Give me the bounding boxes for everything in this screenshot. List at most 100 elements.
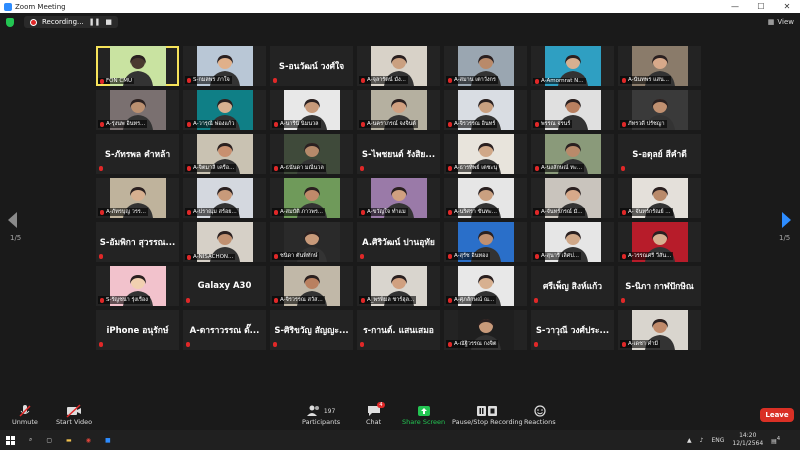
participant-tile[interactable]: A-นคราภรณ์ จงจินต์ (357, 90, 440, 130)
participant-tile[interactable]: ร-กานต์. แสนเสมอ (357, 310, 440, 350)
maximize-button[interactable]: ☐ (748, 2, 774, 11)
participant-tile[interactable]: S-วาวุณี วงศ์ประ... (531, 310, 614, 350)
mic-muted-icon (535, 78, 539, 84)
participant-tile[interactable]: พรรณ จรนร์ (531, 90, 614, 130)
mic-muted-icon (622, 77, 626, 83)
leave-button[interactable]: Leave (760, 408, 794, 422)
windows-start-icon[interactable] (6, 435, 15, 445)
mic-muted-icon (360, 254, 364, 259)
participant-name: A-จิตมาลี เครือ... (193, 165, 235, 171)
participant-tile[interactable]: A-นารีนี นิ่มนวล (270, 90, 353, 130)
start-video-button[interactable]: Start Video (56, 404, 92, 426)
participant-tile[interactable]: A-จุลารัตน์ มั่ง... (357, 46, 440, 86)
participants-button[interactable]: 197 Participants (302, 404, 340, 426)
participant-tile[interactable]: A-สมบัติ ภาวพร... (270, 178, 353, 218)
participant-name: S-ศิริขวัญ สัญญะ... (274, 326, 349, 336)
participant-name: ร-กานต์. แสนเสมอ (363, 326, 434, 336)
zoom-taskbar-icon[interactable]: ■ (105, 437, 111, 444)
participant-tile[interactable]: S-ไพชยนต์ รังสิย... (357, 134, 440, 174)
participant-tile[interactable]: A_พรพิมล ชาร์ฮุล... (357, 266, 440, 306)
participant-tile[interactable]: S-อัมพิกา สุวรรณ... (96, 222, 179, 262)
search-icon[interactable]: ⌕ (29, 436, 32, 444)
participant-tile[interactable]: A-ธนันดา มณีนวล (270, 134, 353, 174)
participant-tile[interactable]: A-ธารทิพย์ เตชะนุ (444, 134, 527, 174)
participant-tile[interactable]: S-ภัทรพล คำหล้า (96, 134, 179, 174)
participant-tile[interactable]: A-ศุภลักษณ์ ณ... (444, 266, 527, 306)
security-shield-icon[interactable] (6, 17, 14, 27)
participant-tile[interactable]: ภัทรวดี ปรัชญา (618, 90, 701, 130)
previous-page-icon[interactable] (8, 212, 17, 228)
participant-tile[interactable]: A.ศิริวัฒน์ ปานอุทัย (357, 222, 440, 262)
next-page-icon[interactable] (782, 212, 791, 228)
participant-tile[interactable]: ชนิดา ตันพิทักษ์ (270, 222, 353, 262)
chat-badge: 4 (377, 402, 385, 408)
participant-tile[interactable]: A- จันทร์กรัณย์ ... (618, 178, 701, 218)
participant-tile[interactable]: FON CMU (96, 46, 179, 86)
participant-name: A-นริศรา ขันทะ... (454, 209, 497, 215)
participant-tile[interactable]: S-นิภา กาฬปักษิณ (618, 266, 701, 306)
task-view-icon[interactable]: ▢ (46, 437, 52, 444)
reactions-button[interactable]: Reactions (524, 404, 556, 426)
participant-tile[interactable]: A-Amornrat N... (531, 46, 614, 86)
volume-icon[interactable]: ♪ (700, 437, 704, 444)
participant-tile[interactable]: S-ศิริขวัญ สัญญะ... (270, 310, 353, 350)
participant-tile[interactable]: A-สุรัช อินทอง (444, 222, 527, 262)
participant-tile[interactable]: A-รุ่งนพ อินทร... (96, 90, 179, 130)
notification-center-icon[interactable]: ▤4 (771, 436, 780, 445)
participant-name: S-กมลพร ภาใจ (193, 77, 230, 83)
pause-recording-icon[interactable]: ❚❚ (89, 18, 101, 26)
language-indicator[interactable]: ENG (711, 437, 724, 444)
participant-tile[interactable]: A-ดาราวรรณ ตั๊... (183, 310, 266, 350)
participant-tile[interactable]: A-จิรวรรณ อินทร์ (444, 90, 527, 130)
close-button[interactable]: ✕ (774, 2, 800, 11)
participant-tile[interactable]: A-จิตมาลี เครือ... (183, 134, 266, 174)
pause-stop-recording-button[interactable]: Pause/Stop Recording (452, 404, 523, 426)
meeting-topbar: Recording... ❚❚ ■ ▦ View (0, 13, 800, 31)
participant-tile[interactable]: A-จิรวรรณ สวัส... (270, 266, 353, 306)
participant-label: A-ธารทิพย์ เตชะนุ (446, 164, 500, 172)
stop-recording-icon[interactable]: ■ (105, 18, 112, 26)
participant-tile[interactable]: A-เดชา คำมี (618, 310, 701, 350)
participant-tile[interactable]: A-จันทร์ภรณ์ มั่... (531, 178, 614, 218)
participant-tile[interactable]: ศรีเพ็ญ สิงห์แก้ว (531, 266, 614, 306)
participant-tile[interactable]: A-สุนารี เลิศป... (531, 222, 614, 262)
unmute-button[interactable]: Unmute (12, 404, 38, 426)
participant-name: A-Amornrat N... (541, 78, 584, 84)
file-explorer-icon[interactable]: ▬ (66, 437, 72, 444)
participant-name: S-นิภา กาฬปักษิณ (625, 282, 694, 292)
mic-muted-icon (361, 209, 365, 215)
network-icon[interactable]: ▲ (687, 437, 692, 444)
share-screen-button[interactable]: Share Screen (402, 404, 445, 426)
participant-tile[interactable]: A-วารุณี ฟองแก้ว (183, 90, 266, 130)
mic-muted-icon (187, 77, 191, 83)
participant-tile[interactable]: A-วรรณศรี วีสัน... (618, 222, 701, 262)
participant-label: A-จิตมาลี เครือ... (185, 164, 237, 172)
participant-label: A-ธนันดา มณีนวล (272, 164, 326, 172)
participant-tile[interactable]: S-รัญชนา รุ่งเรือง (96, 266, 179, 306)
participant-tile[interactable]: S-กมลพร ภาใจ (183, 46, 266, 86)
participant-tile[interactable]: A-NISACHON... (183, 222, 266, 262)
participant-tile[interactable]: A-ขวัญใจ ทำแม (357, 178, 440, 218)
chat-label: Chat (366, 418, 382, 426)
participant-tile[interactable]: S-อนวัฒน์ วงศ์ใจ (270, 46, 353, 86)
chrome-icon[interactable]: ◉ (86, 437, 91, 444)
participant-tile[interactable]: A-ปราณุม สร้อย... (183, 178, 266, 218)
participant-name: A-วารุณี ฟองแก้ว (193, 121, 235, 127)
participant-tile[interactable]: A-นริศรา ขันทะ... (444, 178, 527, 218)
view-button[interactable]: ▦ View (768, 18, 794, 26)
minimize-button[interactable]: — (722, 2, 748, 11)
participant-tile[interactable]: iPhone อนุรักษ์ (96, 310, 179, 350)
participant-tile[interactable]: A-สมาน เตาวังกร (444, 46, 527, 86)
mic-muted-icon (99, 254, 103, 259)
participant-tile[interactable]: A-นันทพร แสน... (618, 46, 701, 86)
meeting-toolbar: Unmute Start Video 197 Participants 4 Ch… (0, 400, 800, 430)
chat-button[interactable]: 4 Chat (366, 402, 385, 426)
participant-tile[interactable]: A-นงลักษณ์ ทะ... (531, 134, 614, 174)
taskbar-clock[interactable]: 14:20 12/1/2564 (732, 432, 763, 448)
window-titlebar: Zoom Meeting — ☐ ✕ (0, 0, 800, 13)
participant-tile[interactable]: A-ณัฐิวรรณ กงจิต (444, 310, 527, 350)
participant-tile[interactable]: Galaxy A30 (183, 266, 266, 306)
participant-tile[interactable]: A-ภัทรบุญ วรร... (96, 178, 179, 218)
participant-tile[interactable]: S-อดุลย์ สีคำดี (618, 134, 701, 174)
mic-muted-icon (100, 78, 104, 84)
